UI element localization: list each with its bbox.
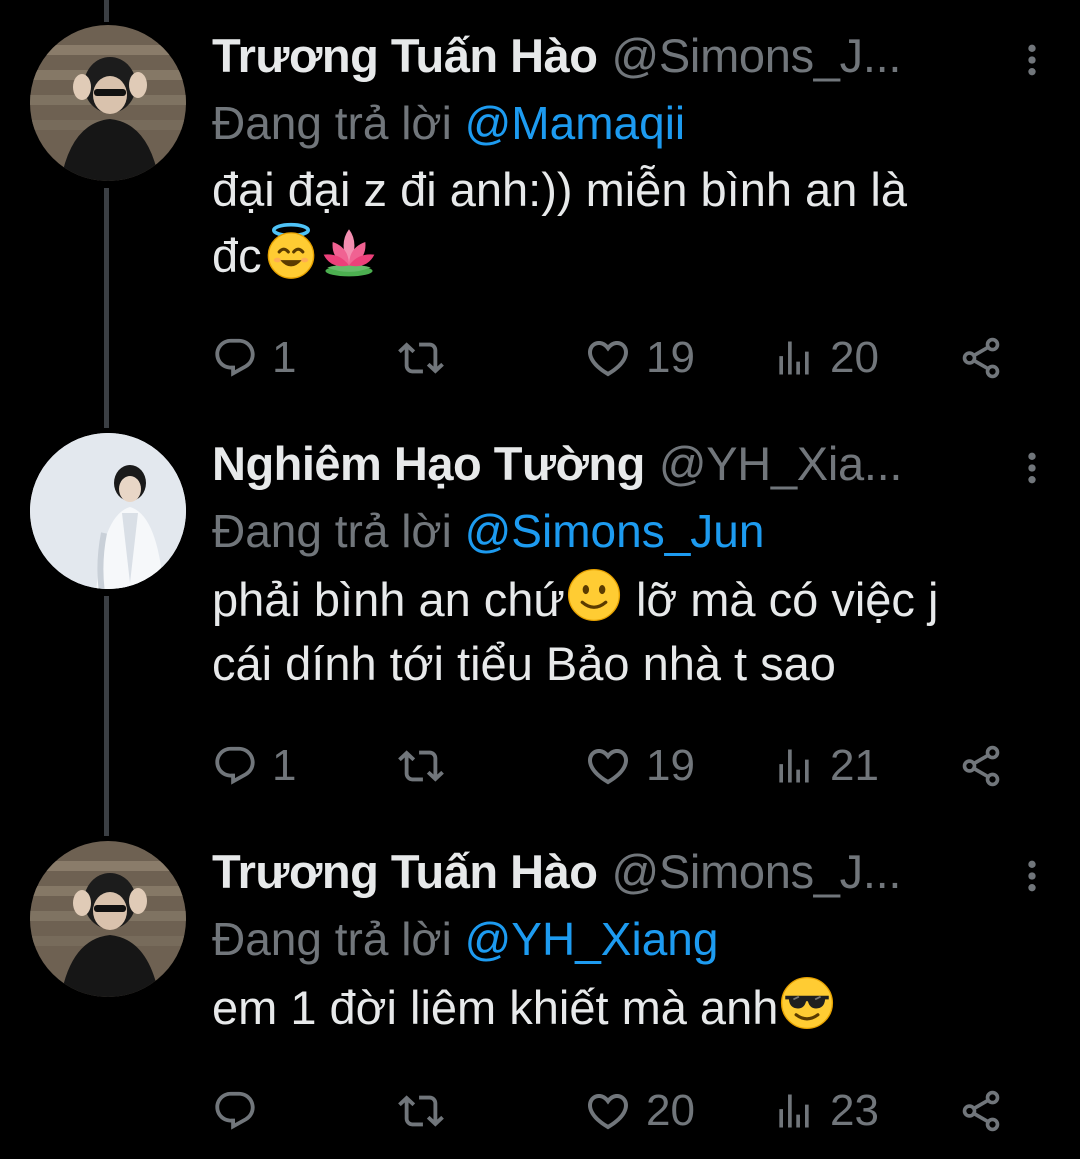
tweet-text: đại đại z đi anh:)) miễn bình an là đc <box>212 158 1032 288</box>
author-handle[interactable]: @Simons_J... <box>611 28 901 83</box>
author-name[interactable]: Trương Tuấn Hào <box>212 844 598 899</box>
retweet-button[interactable] <box>398 333 458 383</box>
tweet[interactable]: Trương Tuấn Hào @Simons_J... Đang trả lờ… <box>0 0 1080 410</box>
reply-icon <box>212 743 258 789</box>
tweet-content: Trương Tuấn Hào @Simons_J... Đang trả lờ… <box>212 28 1032 288</box>
reply-count: 1 <box>272 333 297 382</box>
retweet-button[interactable] <box>398 741 458 791</box>
tweet-header: Nghiêm Hạo Tường @YH_Xia... <box>212 436 1032 498</box>
tweet-text-line: em 1 đời liêm khiết mà anh <box>212 981 779 1034</box>
tweet[interactable]: Trương Tuấn Hào @Simons_J... Đang trả lờ… <box>0 816 1080 1159</box>
retweet-icon <box>398 743 444 789</box>
reply-button[interactable]: 1 <box>212 741 296 791</box>
share-icon <box>958 1088 1004 1134</box>
share-icon <box>958 743 1004 789</box>
tweet-text: em 1 đời liêm khiết mà anh <box>212 974 1032 1040</box>
like-count: 19 <box>646 333 695 382</box>
views-button[interactable]: 21 <box>772 741 879 791</box>
share-button[interactable] <box>958 1086 1004 1136</box>
tweet-text-line: đc <box>212 229 262 282</box>
tweet-content: Nghiêm Hạo Tường @YH_Xia... Đang trả lời… <box>212 436 1032 696</box>
mention-link[interactable]: @YH_Xiang <box>465 913 719 965</box>
author-handle[interactable]: @Simons_J... <box>611 844 901 899</box>
views-chart-icon <box>772 336 816 380</box>
reply-count: 1 <box>272 741 297 790</box>
reply-button[interactable] <box>212 1086 272 1136</box>
slightly-smiling-face-emoji-icon <box>565 566 623 624</box>
views-button[interactable]: 20 <box>772 333 879 383</box>
share-button[interactable] <box>958 333 1004 383</box>
like-count: 20 <box>646 1086 695 1135</box>
smiling-face-with-sunglasses-emoji-icon <box>778 974 836 1032</box>
like-button[interactable]: 20 <box>584 1086 695 1136</box>
share-icon <box>958 335 1004 381</box>
views-chart-icon <box>772 1089 816 1133</box>
avatar[interactable] <box>30 433 186 589</box>
replying-to: Đang trả lời @YH_Xiang <box>212 908 1032 970</box>
author-name[interactable]: Nghiêm Hạo Tường <box>212 436 645 491</box>
reply-button[interactable]: 1 <box>212 333 296 383</box>
tweet-actions: 20 23 <box>212 1086 1012 1136</box>
lotus-emoji-icon <box>320 222 378 280</box>
reply-thread: Trương Tuấn Hào @Simons_J... Đang trả lờ… <box>0 0 1080 1159</box>
avatar[interactable] <box>30 25 186 181</box>
like-count: 19 <box>646 741 695 790</box>
share-button[interactable] <box>958 741 1004 791</box>
tweet[interactable]: Nghiêm Hạo Tường @YH_Xia... Đang trả lời… <box>0 408 1080 818</box>
like-button[interactable]: 19 <box>584 333 695 383</box>
replying-to: Đang trả lời @Simons_Jun <box>212 500 1032 562</box>
views-chart-icon <box>772 744 816 788</box>
more-options-icon[interactable] <box>1012 40 1052 80</box>
tweet-text-line: cái dính tới tiểu Bảo nhà t sao <box>212 637 836 690</box>
reply-icon <box>212 335 258 381</box>
tweet-actions: 1 19 20 <box>212 333 1012 383</box>
tweet-content: Trương Tuấn Hào @Simons_J... Đang trả lờ… <box>212 844 1032 1040</box>
view-count: 23 <box>830 1086 879 1135</box>
view-count: 21 <box>830 741 879 790</box>
smiling-face-with-halo-emoji-icon <box>262 222 320 280</box>
tweet-header: Trương Tuấn Hào @Simons_J... <box>212 844 1032 906</box>
more-options-icon[interactable] <box>1012 856 1052 896</box>
tweet-text-line: đại đại z đi anh:)) miễn bình an là <box>212 163 907 216</box>
more-options-icon[interactable] <box>1012 448 1052 488</box>
author-name[interactable]: Trương Tuấn Hào <box>212 28 598 83</box>
view-count: 20 <box>830 333 879 382</box>
tweet-text: phải bình an chứ lỡ mà có việc j cái dín… <box>212 566 1032 696</box>
tweet-text-line: lỡ mà có việc j <box>622 573 939 626</box>
replying-to-label: Đang trả lời <box>212 97 452 149</box>
heart-icon <box>584 1087 632 1135</box>
retweet-icon <box>398 1088 444 1134</box>
views-button[interactable]: 23 <box>772 1086 879 1136</box>
tweet-text-line: phải bình an chứ <box>212 573 565 626</box>
like-button[interactable]: 19 <box>584 741 695 791</box>
mention-link[interactable]: @Mamaqii <box>465 97 686 149</box>
mention-link[interactable]: @Simons_Jun <box>465 505 765 557</box>
reply-icon <box>212 1088 258 1134</box>
replying-to: Đang trả lời @Mamaqii <box>212 92 1032 154</box>
tweet-header: Trương Tuấn Hào @Simons_J... <box>212 28 1032 90</box>
replying-to-label: Đang trả lời <box>212 913 452 965</box>
tweet-actions: 1 19 21 <box>212 741 1012 791</box>
replying-to-label: Đang trả lời <box>212 505 452 557</box>
author-handle[interactable]: @YH_Xia... <box>659 436 903 491</box>
avatar[interactable] <box>30 841 186 997</box>
heart-icon <box>584 334 632 382</box>
retweet-icon <box>398 335 444 381</box>
retweet-button[interactable] <box>398 1086 458 1136</box>
heart-icon <box>584 742 632 790</box>
